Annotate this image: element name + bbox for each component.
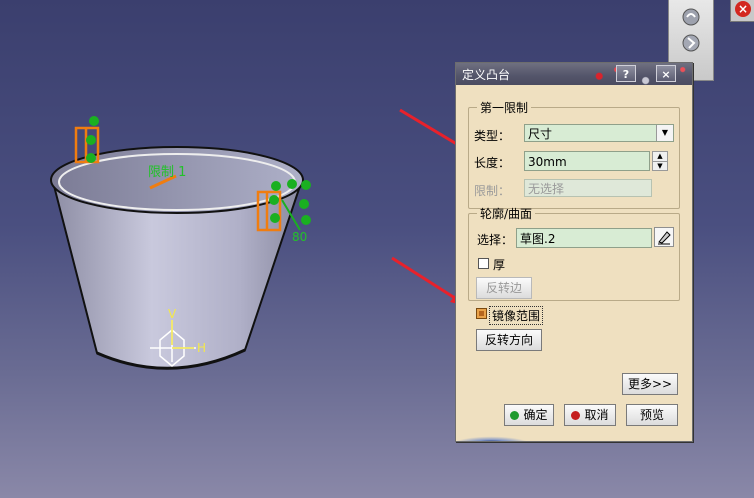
- type-select-value: 尺寸: [528, 127, 553, 141]
- axis-h-label: H: [197, 341, 206, 355]
- limit-label: 限制 1: [148, 165, 186, 180]
- axis-v-label: V: [168, 307, 177, 321]
- more-button[interactable]: 更多>>: [622, 373, 678, 395]
- dialog-titlebar[interactable]: 定义凸台 ? ×: [456, 63, 692, 85]
- ok-label: 确定: [523, 408, 548, 422]
- pencil-icon: [658, 231, 671, 245]
- ok-dot-icon: [510, 411, 520, 420]
- sketch-edit-button[interactable]: [654, 227, 674, 247]
- limit-label: 限制：: [474, 184, 511, 198]
- define-pad-dialog: 定义凸台 ? × 第一限制 类型： 尺寸 ▼ 长度： 30mm ▲ ▼ 限制： …: [455, 62, 693, 442]
- mirror-extent-checkbox[interactable]: [476, 308, 487, 319]
- spin-up-icon[interactable]: ▲: [653, 152, 667, 162]
- mirror-extent-label: 镜像范围: [489, 306, 544, 325]
- cancel-label: 取消: [584, 408, 609, 422]
- pointer-gear-icon[interactable]: [679, 32, 703, 54]
- limit-input[interactable]: 无选择: [524, 179, 652, 197]
- type-label: 类型：: [474, 129, 511, 143]
- first-limit-legend: 第一限制: [480, 101, 529, 115]
- cancel-dot-icon: [571, 411, 581, 420]
- length-spinner[interactable]: ▲ ▼: [652, 151, 668, 171]
- cancel-button[interactable]: 取消: [564, 404, 616, 426]
- spin-down-icon[interactable]: ▼: [653, 162, 667, 171]
- chevron-down-icon[interactable]: ▼: [656, 125, 673, 141]
- help-button[interactable]: ?: [616, 65, 636, 82]
- preview-button[interactable]: 预览: [626, 404, 678, 426]
- length-input[interactable]: 30mm: [524, 151, 650, 171]
- thick-checkbox[interactable]: [478, 258, 489, 269]
- select-label: 选择：: [477, 233, 514, 247]
- dialog-close-button[interactable]: ×: [656, 65, 676, 82]
- reverse-side-button[interactable]: 反转边: [476, 277, 532, 299]
- profile-select-field[interactable]: 草图.2: [516, 228, 652, 248]
- reverse-direction-button[interactable]: 反转方向: [476, 329, 542, 351]
- profile-legend: 轮廓/曲面: [480, 207, 533, 221]
- dialog-title: 定义凸台: [462, 68, 511, 82]
- type-select[interactable]: 尺寸 ▼: [524, 124, 674, 142]
- ok-button[interactable]: 确定: [504, 404, 554, 426]
- hand-gear-icon[interactable]: [679, 6, 703, 28]
- close-icon: ×: [735, 1, 751, 17]
- dimension-label: 80: [292, 230, 307, 244]
- thick-label: 厚: [493, 258, 506, 272]
- window-close-button[interactable]: ×: [730, 0, 754, 22]
- length-label: 长度：: [474, 156, 511, 170]
